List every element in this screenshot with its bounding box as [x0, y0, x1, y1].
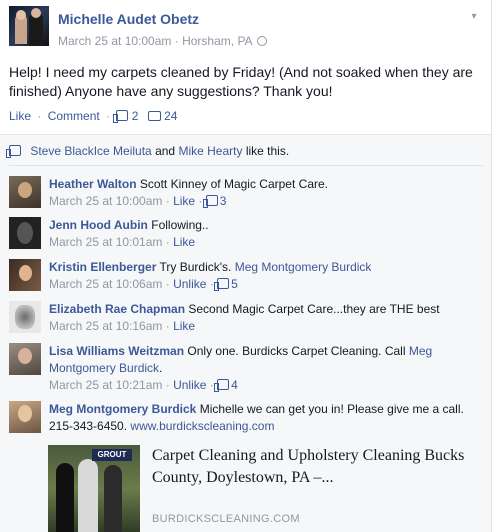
commenter-avatar[interactable]	[9, 401, 41, 433]
commenter-name[interactable]: Meg Montgomery Burdick	[49, 402, 196, 416]
comment-time[interactable]: March 25 at 10:01am	[49, 235, 162, 249]
post-meta: March 25 at 10:00am · Horsham, PA	[58, 34, 268, 48]
comment-time[interactable]: March 25 at 10:00am	[49, 194, 162, 208]
likes-suffix: like this.	[245, 144, 290, 158]
commenter-name[interactable]: Lisa Williams Weitzman	[49, 344, 184, 358]
comment-count-button[interactable]: 24	[142, 109, 178, 123]
thumbs-up-icon	[214, 278, 230, 291]
link-preview-domain: BURDICKSCLEANING.COM	[152, 513, 300, 525]
thumbs-up-icon	[6, 145, 21, 158]
comment-bubble-icon	[147, 111, 161, 121]
like-link[interactable]: Like	[9, 109, 31, 123]
liker-2[interactable]: Mike Hearty	[178, 144, 242, 158]
comment-like-link[interactable]: Like	[173, 235, 195, 249]
image-sign-text: GROUT	[92, 449, 132, 461]
comment-like-count[interactable]: 4	[231, 378, 238, 392]
commenter-avatar[interactable]	[9, 217, 41, 249]
author-avatar[interactable]	[9, 6, 49, 46]
comment-like-count[interactable]: 3	[220, 194, 227, 208]
comment-like-link[interactable]: Like	[173, 194, 195, 208]
commenter-name[interactable]: Heather Walton	[49, 177, 137, 191]
comment-text: Scott Kinney of Magic Carpet Care.	[139, 177, 328, 191]
thumbs-up-icon	[113, 110, 129, 123]
post-location[interactable]: Horsham, PA	[182, 34, 252, 48]
comment-mention[interactable]: Meg Montgomery Burdick	[235, 260, 372, 274]
comment-text: Try Burdick's.	[159, 260, 232, 274]
commenter-avatar[interactable]	[9, 259, 41, 291]
comment-unlike-link[interactable]: Unlike	[173, 378, 206, 392]
like-count: 2	[131, 109, 139, 123]
like-count-button[interactable]: 2	[113, 109, 141, 123]
commenter-name[interactable]: Jenn Hood Aubin	[49, 218, 148, 232]
thumbs-up-icon	[214, 379, 230, 392]
commenter-avatar[interactable]	[9, 301, 41, 333]
chevron-down-icon[interactable]: ▾	[467, 10, 481, 24]
author-name[interactable]: Michelle Audet Obetz	[58, 11, 199, 27]
link-preview-card[interactable]: GROUT Carpet Cleaning and Upholstery Cle…	[48, 445, 478, 532]
post-date[interactable]: March 25 at 10:00am	[58, 34, 171, 48]
comments-section: Steve BlackIce Meiluta and Mike Hearty l…	[0, 134, 491, 532]
comment-like-count[interactable]: 5	[231, 277, 238, 291]
comment-text: Following..	[151, 218, 209, 232]
comment-unlike-link[interactable]: Unlike	[173, 277, 206, 291]
comment-link[interactable]: Comment	[48, 109, 100, 123]
commenter-name[interactable]: Kristin Ellenberger	[49, 260, 156, 274]
likes-summary: Steve BlackIce Meiluta and Mike Hearty l…	[6, 144, 290, 158]
comment-count: 24	[164, 109, 178, 123]
divider	[9, 165, 483, 166]
commenter-avatar[interactable]	[9, 176, 41, 208]
comment-text: Second Magic Carpet Care...they are THE …	[188, 302, 440, 316]
thumbs-up-icon	[202, 195, 218, 208]
comment-text: Only one. Burdicks Carpet Cleaning. Call	[187, 344, 406, 358]
comment-time[interactable]: March 25 at 10:06am	[49, 277, 162, 291]
post-actions: Like · Comment · 2 24	[9, 109, 178, 123]
liker-1[interactable]: Steve BlackIce Meiluta	[30, 144, 151, 158]
link-preview-image[interactable]: GROUT	[48, 445, 140, 532]
link-preview-title[interactable]: Carpet Cleaning and Upholstery Cleaning …	[152, 445, 472, 489]
globe-icon	[257, 36, 268, 46]
comment-text-end: .	[159, 361, 163, 375]
commenter-name[interactable]: Elizabeth Rae Chapman	[49, 302, 185, 316]
comment-time[interactable]: March 25 at 10:21am	[49, 378, 162, 392]
post-header: Michelle Audet Obetz March 25 at 10:00am…	[9, 6, 485, 50]
likes-and: and	[155, 144, 176, 158]
commenter-avatar[interactable]	[9, 343, 41, 375]
comment-link[interactable]: www.burdickscleaning.com	[130, 419, 274, 433]
comment-time[interactable]: March 25 at 10:16am	[49, 319, 162, 333]
facebook-post: Michelle Audet Obetz March 25 at 10:00am…	[0, 0, 492, 532]
post-text: Help! I need my carpets cleaned by Frida…	[9, 64, 473, 99]
comment-like-link[interactable]: Like	[173, 319, 195, 333]
